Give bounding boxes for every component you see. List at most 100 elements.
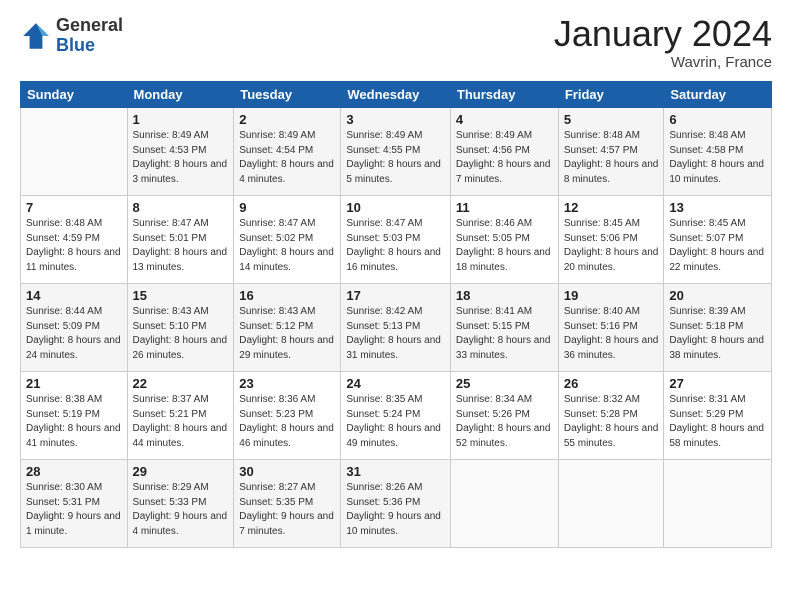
- day-number: 28: [26, 464, 122, 479]
- location: Wavrin, France: [554, 54, 772, 71]
- day-number: 4: [456, 112, 553, 127]
- day-info: Sunrise: 8:48 AMSunset: 4:57 PMDaylight:…: [564, 130, 659, 185]
- logo-text: General Blue: [56, 16, 123, 56]
- header: General Blue January 2024 Wavrin, France: [20, 16, 772, 71]
- day-number: 12: [564, 200, 659, 215]
- calendar-cell: 20 Sunrise: 8:39 AMSunset: 5:18 PMDayligh…: [664, 284, 772, 372]
- day-info: Sunrise: 8:39 AMSunset: 5:18 PMDaylight:…: [669, 306, 764, 361]
- calendar-cell: 12 Sunrise: 8:45 AMSunset: 5:06 PMDayligh…: [558, 196, 664, 284]
- calendar-week-2: 7 Sunrise: 8:48 AMSunset: 4:59 PMDaylight…: [21, 196, 772, 284]
- calendar-cell: 24Sunrise: 8:35 AMSunset: 5:24 PMDayligh…: [341, 372, 451, 460]
- calendar-cell: 7 Sunrise: 8:48 AMSunset: 4:59 PMDaylight…: [21, 196, 128, 284]
- day-number: 14: [26, 288, 122, 303]
- month-title: January 2024: [554, 16, 772, 52]
- calendar-cell: 3 Sunrise: 8:49 AMSunset: 4:55 PMDaylight…: [341, 108, 451, 196]
- calendar-cell: 27 Sunrise: 8:31 AMSunset: 5:29 PMDayligh…: [664, 372, 772, 460]
- calendar-cell: 17 Sunrise: 8:42 AMSunset: 5:13 PMDayligh…: [341, 284, 451, 372]
- col-friday: Friday: [558, 82, 664, 108]
- day-number: 22: [133, 376, 229, 391]
- calendar-cell: 28 Sunrise: 8:30 AMSunset: 5:31 PMDayligh…: [21, 460, 128, 548]
- day-number: 25: [456, 376, 553, 391]
- day-number: 8: [133, 200, 229, 215]
- day-info: Sunrise: 8:44 AMSunset: 5:09 PMDaylight:…: [26, 306, 121, 361]
- day-number: 5: [564, 112, 659, 127]
- calendar-cell: [21, 108, 128, 196]
- day-info: Sunrise: 8:49 AMSunset: 4:56 PMDaylight:…: [456, 130, 551, 185]
- col-saturday: Saturday: [664, 82, 772, 108]
- day-info: Sunrise: 8:46 AMSunset: 5:05 PMDaylight:…: [456, 218, 551, 273]
- day-number: 19: [564, 288, 659, 303]
- day-number: 16: [239, 288, 335, 303]
- day-info: Sunrise: 8:47 AMSunset: 5:01 PMDaylight:…: [133, 218, 228, 273]
- day-info: Sunrise: 8:32 AMSunset: 5:28 PMDaylight:…: [564, 394, 659, 449]
- day-info: Sunrise: 8:48 AMSunset: 4:58 PMDaylight:…: [669, 130, 764, 185]
- calendar-cell: 6 Sunrise: 8:48 AMSunset: 4:58 PMDaylight…: [664, 108, 772, 196]
- col-wednesday: Wednesday: [341, 82, 451, 108]
- col-tuesday: Tuesday: [234, 82, 341, 108]
- day-number: 7: [26, 200, 122, 215]
- day-info: Sunrise: 8:49 AMSunset: 4:55 PMDaylight:…: [346, 130, 441, 185]
- day-number: 3: [346, 112, 445, 127]
- calendar-week-4: 21 Sunrise: 8:38 AMSunset: 5:19 PMDayligh…: [21, 372, 772, 460]
- day-info: Sunrise: 8:41 AMSunset: 5:15 PMDaylight:…: [456, 306, 551, 361]
- day-number: 10: [346, 200, 445, 215]
- calendar-cell: 16 Sunrise: 8:43 AMSunset: 5:12 PMDayligh…: [234, 284, 341, 372]
- day-info: Sunrise: 8:48 AMSunset: 4:59 PMDaylight:…: [26, 218, 121, 273]
- day-number: 13: [669, 200, 766, 215]
- day-number: 2: [239, 112, 335, 127]
- calendar: Sunday Monday Tuesday Wednesday Thursday…: [20, 81, 772, 548]
- day-info: Sunrise: 8:43 AMSunset: 5:12 PMDaylight:…: [239, 306, 334, 361]
- day-number: 23: [239, 376, 335, 391]
- col-thursday: Thursday: [450, 82, 558, 108]
- calendar-cell: 18Sunrise: 8:41 AMSunset: 5:15 PMDayligh…: [450, 284, 558, 372]
- calendar-cell: 1Sunrise: 8:49 AMSunset: 4:53 PMDaylight…: [127, 108, 234, 196]
- day-number: 27: [669, 376, 766, 391]
- day-number: 29: [133, 464, 229, 479]
- day-info: Sunrise: 8:42 AMSunset: 5:13 PMDaylight:…: [346, 306, 441, 361]
- calendar-header-row: Sunday Monday Tuesday Wednesday Thursday…: [21, 82, 772, 108]
- calendar-cell: 13Sunrise: 8:45 AMSunset: 5:07 PMDayligh…: [664, 196, 772, 284]
- day-number: 20: [669, 288, 766, 303]
- calendar-cell: 25Sunrise: 8:34 AMSunset: 5:26 PMDayligh…: [450, 372, 558, 460]
- calendar-cell: [664, 460, 772, 548]
- calendar-cell: [450, 460, 558, 548]
- page: General Blue January 2024 Wavrin, France…: [0, 0, 792, 612]
- calendar-cell: 5 Sunrise: 8:48 AMSunset: 4:57 PMDaylight…: [558, 108, 664, 196]
- calendar-cell: 23 Sunrise: 8:36 AMSunset: 5:23 PMDayligh…: [234, 372, 341, 460]
- logo: General Blue: [20, 16, 123, 56]
- calendar-week-1: 1Sunrise: 8:49 AMSunset: 4:53 PMDaylight…: [21, 108, 772, 196]
- day-info: Sunrise: 8:37 AMSunset: 5:21 PMDaylight:…: [133, 394, 228, 449]
- calendar-cell: 19 Sunrise: 8:40 AMSunset: 5:16 PMDayligh…: [558, 284, 664, 372]
- calendar-cell: 15Sunrise: 8:43 AMSunset: 5:10 PMDayligh…: [127, 284, 234, 372]
- calendar-cell: 26Sunrise: 8:32 AMSunset: 5:28 PMDayligh…: [558, 372, 664, 460]
- calendar-cell: 11 Sunrise: 8:46 AMSunset: 5:05 PMDayligh…: [450, 196, 558, 284]
- day-info: Sunrise: 8:49 AMSunset: 4:53 PMDaylight:…: [133, 130, 228, 185]
- day-info: Sunrise: 8:40 AMSunset: 5:16 PMDaylight:…: [564, 306, 659, 361]
- calendar-cell: 22 Sunrise: 8:37 AMSunset: 5:21 PMDayligh…: [127, 372, 234, 460]
- day-number: 17: [346, 288, 445, 303]
- col-sunday: Sunday: [21, 82, 128, 108]
- day-info: Sunrise: 8:47 AMSunset: 5:02 PMDaylight:…: [239, 218, 334, 273]
- day-info: Sunrise: 8:47 AMSunset: 5:03 PMDaylight:…: [346, 218, 441, 273]
- calendar-week-3: 14 Sunrise: 8:44 AMSunset: 5:09 PMDayligh…: [21, 284, 772, 372]
- calendar-cell: 31Sunrise: 8:26 AMSunset: 5:36 PMDayligh…: [341, 460, 451, 548]
- day-info: Sunrise: 8:45 AMSunset: 5:06 PMDaylight:…: [564, 218, 659, 273]
- day-number: 11: [456, 200, 553, 215]
- logo-icon: [20, 20, 52, 52]
- day-info: Sunrise: 8:38 AMSunset: 5:19 PMDaylight:…: [26, 394, 121, 449]
- day-info: Sunrise: 8:35 AMSunset: 5:24 PMDaylight:…: [346, 394, 441, 449]
- day-info: Sunrise: 8:30 AMSunset: 5:31 PMDaylight:…: [26, 482, 121, 537]
- day-number: 21: [26, 376, 122, 391]
- day-info: Sunrise: 8:36 AMSunset: 5:23 PMDaylight:…: [239, 394, 334, 449]
- day-number: 9: [239, 200, 335, 215]
- calendar-cell: [558, 460, 664, 548]
- day-info: Sunrise: 8:29 AMSunset: 5:33 PMDaylight:…: [133, 482, 228, 537]
- day-info: Sunrise: 8:31 AMSunset: 5:29 PMDaylight:…: [669, 394, 764, 449]
- calendar-cell: 14 Sunrise: 8:44 AMSunset: 5:09 PMDayligh…: [21, 284, 128, 372]
- calendar-cell: 21 Sunrise: 8:38 AMSunset: 5:19 PMDayligh…: [21, 372, 128, 460]
- day-number: 15: [133, 288, 229, 303]
- calendar-cell: 29 Sunrise: 8:29 AMSunset: 5:33 PMDayligh…: [127, 460, 234, 548]
- day-number: 6: [669, 112, 766, 127]
- calendar-cell: 10 Sunrise: 8:47 AMSunset: 5:03 PMDayligh…: [341, 196, 451, 284]
- day-info: Sunrise: 8:26 AMSunset: 5:36 PMDaylight:…: [346, 482, 441, 537]
